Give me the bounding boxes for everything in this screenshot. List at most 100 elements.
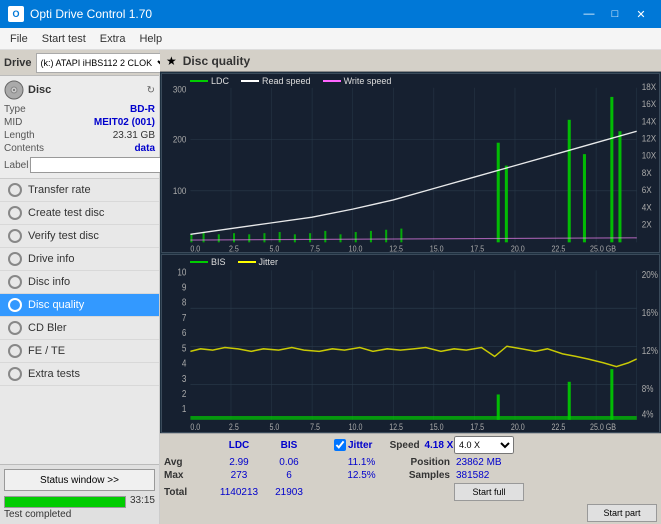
time-display: 33:15 <box>130 495 155 506</box>
svg-text:7.5: 7.5 <box>310 244 320 251</box>
nav-verify-test-disc[interactable]: Verify test disc <box>0 225 159 248</box>
mid-value: MEIT02 (001) <box>94 117 155 128</box>
menu-extra[interactable]: Extra <box>94 31 132 47</box>
svg-text:15.0: 15.0 <box>430 422 444 432</box>
nav-extra-tests[interactable]: Extra tests <box>0 363 159 386</box>
nav-icon-verify <box>8 229 22 243</box>
label-input[interactable] <box>30 157 168 173</box>
right-panel: ★ Disc quality LDC Read speed <box>160 50 661 524</box>
nav-icon-disc <box>8 275 22 289</box>
nav-cd-bler[interactable]: CD Bler <box>0 317 159 340</box>
speed-value: 4.18 X <box>424 440 453 451</box>
avg-ldc: 2.99 <box>214 457 264 468</box>
total-ldc: 1140213 <box>214 487 264 498</box>
svg-text:12.5: 12.5 <box>389 244 403 251</box>
left-panel: Drive (k:) ATAPI iHBS112 2 CLOK ▲ Disc ↻… <box>0 50 160 524</box>
nav-label-extra: Extra tests <box>28 368 80 380</box>
contents-value: data <box>134 143 155 154</box>
avg-jitter: 11.1% <box>334 457 389 468</box>
max-jitter: 12.5% <box>334 470 389 481</box>
legend-ldc-label: LDC <box>211 76 229 86</box>
svg-text:10.0: 10.0 <box>349 422 363 432</box>
nav-drive-info[interactable]: Drive info <box>0 248 159 271</box>
svg-text:7.5: 7.5 <box>310 422 320 432</box>
stats-ldc-header: LDC <box>214 440 264 451</box>
status-window-button[interactable]: Status window >> <box>4 469 155 491</box>
minimize-button[interactable]: — <box>577 5 601 23</box>
max-label: Max <box>164 470 214 481</box>
legend-write-speed-color <box>323 80 341 82</box>
jitter-label: Jitter <box>348 440 372 451</box>
nav-icon-cd <box>8 321 22 335</box>
status-text: Test completed <box>4 509 155 520</box>
drive-select[interactable]: (k:) ATAPI iHBS112 2 CLOK <box>36 53 171 73</box>
bottom-stats: LDC BIS Jitter Speed 4.18 X 4.0 X <box>160 433 661 524</box>
nav-icon-drive <box>8 252 22 266</box>
disc-refresh-icon[interactable]: ↻ <box>147 85 155 96</box>
nav-transfer-rate[interactable]: Transfer rate <box>0 179 159 202</box>
drive-label: Drive <box>4 57 32 69</box>
length-key: Length <box>4 130 35 141</box>
position-value: 23862 MB <box>454 457 529 468</box>
svg-text:0.0: 0.0 <box>190 244 200 251</box>
close-button[interactable]: ✕ <box>629 5 653 23</box>
legend-read-speed: Read speed <box>241 76 311 86</box>
svg-text:20%: 20% <box>642 268 658 279</box>
nav-icon-fe <box>8 344 22 358</box>
speed-label: Speed <box>390 440 420 451</box>
max-ldc: 273 <box>214 470 264 481</box>
position-label: Position <box>389 457 454 468</box>
svg-text:5.0: 5.0 <box>270 422 280 432</box>
disc-label: Disc <box>28 84 51 96</box>
svg-text:8X: 8X <box>642 167 652 178</box>
bottom-chart: BIS Jitter <box>161 254 660 434</box>
nav-label-cd: CD Bler <box>28 322 67 334</box>
menu-start-test[interactable]: Start test <box>36 31 92 47</box>
svg-text:10: 10 <box>177 266 186 277</box>
speed-select[interactable]: 4.0 X <box>454 436 514 454</box>
legend-ldc-color <box>190 80 208 82</box>
svg-text:100: 100 <box>173 186 187 197</box>
legend-ldc: LDC <box>190 76 229 86</box>
drive-bar: Drive (k:) ATAPI iHBS112 2 CLOK ▲ <box>0 50 159 76</box>
menu-file[interactable]: File <box>4 31 34 47</box>
nav-label-quality: Disc quality <box>28 299 84 311</box>
length-value: 23.31 GB <box>113 130 155 141</box>
bottom-chart-svg: 10 9 8 7 6 5 4 3 2 1 20% 16% 12% 8% 4% <box>162 255 659 433</box>
bottom-chart-legend: BIS Jitter <box>190 257 278 267</box>
legend-read-speed-label: Read speed <box>262 76 311 86</box>
menu-help[interactable]: Help <box>133 31 168 47</box>
jitter-checkbox[interactable] <box>334 439 346 451</box>
nav-create-test-disc[interactable]: Create test disc <box>0 202 159 225</box>
svg-text:200: 200 <box>173 134 187 145</box>
contents-key: Contents <box>4 143 44 154</box>
legend-write-speed-label: Write speed <box>344 76 392 86</box>
svg-text:4%: 4% <box>642 408 654 419</box>
samples-label: Samples <box>389 470 454 481</box>
window-controls: — □ ✕ <box>577 5 653 23</box>
svg-text:10X: 10X <box>642 150 657 161</box>
nav-disc-quality[interactable]: Disc quality <box>0 294 159 317</box>
stats-bis-header: BIS <box>264 440 314 451</box>
nav-disc-info[interactable]: Disc info <box>0 271 159 294</box>
svg-text:22.5: 22.5 <box>551 422 565 432</box>
svg-text:2.5: 2.5 <box>229 422 239 432</box>
svg-text:5.0: 5.0 <box>270 244 280 251</box>
mid-key: MID <box>4 117 22 128</box>
svg-text:9: 9 <box>182 281 187 292</box>
nav-fe-te[interactable]: FE / TE <box>0 340 159 363</box>
maximize-button[interactable]: □ <box>603 5 627 23</box>
type-key: Type <box>4 104 26 115</box>
total-bis: 21903 <box>264 487 314 498</box>
svg-text:25.0 GB: 25.0 GB <box>590 422 616 432</box>
nav-label-verify: Verify test disc <box>28 230 99 242</box>
svg-text:1: 1 <box>182 403 187 414</box>
legend-bis-color <box>190 261 208 263</box>
start-part-button[interactable]: Start part <box>587 504 657 522</box>
max-bis: 6 <box>264 470 314 481</box>
svg-text:15.0: 15.0 <box>430 244 444 251</box>
label-key: Label <box>4 160 28 171</box>
nav-label-drive: Drive info <box>28 253 74 265</box>
start-full-button[interactable]: Start full <box>454 483 524 501</box>
nav-label-transfer: Transfer rate <box>28 184 91 196</box>
